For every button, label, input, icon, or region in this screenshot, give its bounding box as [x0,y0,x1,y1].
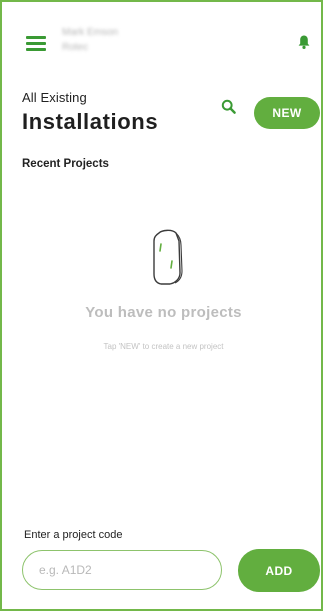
app-screen: Mark Emson Rotec All Existing Installati… [0,0,323,611]
add-project-button[interactable]: ADD [238,549,320,592]
user-name: Mark Emson [62,27,119,38]
search-icon-graphic [221,99,236,114]
hamburger-menu-icon[interactable] [26,36,46,51]
bell-icon-graphic [298,35,310,49]
empty-state-hint: Tap 'NEW' to create a new project [103,342,224,351]
page-subtitle: All Existing [22,90,87,105]
device-icon [148,227,188,287]
new-project-button[interactable]: NEW [254,97,320,129]
project-code-input[interactable] [22,550,222,590]
recent-projects-heading: Recent Projects [22,158,109,170]
menu-bar [26,42,46,45]
bell-icon[interactable] [297,34,311,50]
empty-state-title: You have no projects [85,304,242,321]
menu-bar [26,36,46,39]
project-code-label: Enter a project code [24,529,123,541]
device-icon-graphic [153,229,183,285]
user-organization: Rotec [62,42,89,53]
search-icon[interactable] [220,98,238,116]
menu-bar [26,48,46,51]
page-title: Installations [22,109,159,134]
